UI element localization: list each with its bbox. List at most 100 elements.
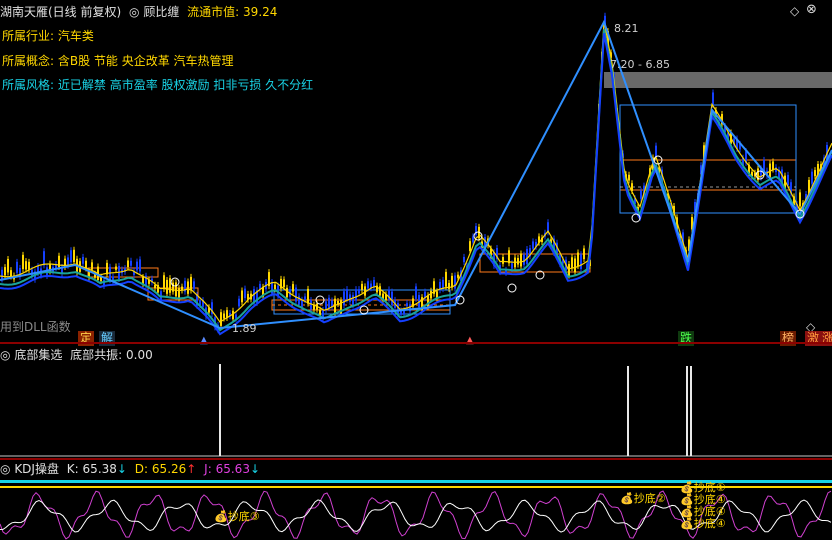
candle-body (4, 267, 6, 276)
dll-function-notice: 用到DLL函数 (0, 320, 71, 334)
main-chart-panel[interactable]: 湖南天雁(日线 前复权) ◎ 顾比缠 流通市值: 39.24 ◇ ⊗ ◇ 所属行… (0, 0, 832, 340)
candle-body (295, 287, 297, 302)
k-value: 65.38 (82, 462, 117, 476)
mid-panel-header: ◎ 底部集选 底部共振: 0.00 (0, 346, 153, 363)
candle-body (187, 281, 189, 294)
candle-body (82, 256, 84, 264)
settings-icon[interactable]: ◎ (0, 462, 10, 476)
market-cap-value: 39.24 (243, 5, 278, 19)
candle-body (139, 259, 141, 272)
k-arrow: ↓ (116, 462, 127, 476)
candle-body (16, 261, 18, 273)
candle-body (286, 287, 288, 298)
chaodi-marker-3: 💰抄底③ (214, 510, 260, 523)
signal-bar (219, 364, 221, 456)
candle-body (307, 288, 309, 304)
wave-marker (507, 283, 517, 293)
candle-body (163, 275, 165, 290)
indicator-settings-icon[interactable]: ◎ (129, 5, 139, 19)
candle-body (193, 281, 195, 289)
close-icon[interactable]: ⊗ (806, 2, 817, 17)
candle-body (469, 241, 471, 251)
candle-body (169, 278, 171, 293)
d-label: D: (134, 462, 149, 476)
candle-body (358, 289, 360, 294)
candle-body (352, 295, 354, 306)
candle-body (349, 294, 351, 302)
concept-label: 所属概念: (2, 54, 55, 68)
candle-body (127, 260, 129, 268)
candle-body (70, 250, 72, 263)
kdj-header: ◎ KDJ操盘 K: 65.38↓ D: 65.26↑ J: 65.63↓ (0, 460, 260, 477)
candle-body (379, 286, 381, 296)
candle-body (814, 170, 816, 177)
j-arrow: ↓ (249, 462, 261, 476)
chaodi-marker-stack: 💰抄底① 💰抄底④ 💰抄底④ 💰抄底④ (680, 482, 726, 530)
range-price-label: 7.20 - 6.85 (610, 58, 670, 71)
candle-body (25, 261, 27, 270)
candle-body (73, 249, 75, 262)
settings-icon[interactable]: ◎ (0, 348, 10, 362)
candle-body (130, 260, 132, 266)
resonance-label: 底部共振: (70, 348, 123, 362)
candle-body (583, 248, 585, 260)
candle-body (7, 258, 9, 273)
candle-body (220, 312, 222, 326)
style-value: 近已解禁 高市盈率 股权激励 扣非亏损 久不分红 (57, 78, 314, 92)
resonance-value: 0.00 (126, 348, 153, 362)
candle-body (244, 288, 246, 299)
k-label: K: (66, 462, 79, 476)
candle-body (154, 284, 156, 289)
candle-body (136, 261, 138, 271)
candle-body (640, 190, 642, 199)
chaodi-marker-4: 💰抄底④ (680, 517, 726, 530)
j-label: J: (204, 462, 212, 476)
style-label: 所属风格: (2, 78, 55, 92)
candle-body (580, 254, 582, 269)
candle-body (10, 270, 12, 277)
money-bag-icon: 💰 (214, 510, 228, 523)
candle-body (568, 264, 570, 276)
kdj-title[interactable]: KDJ操盘 (14, 462, 59, 476)
indicator-name[interactable]: 顾比缠 (143, 5, 179, 19)
low-price-label: 1.89 (232, 322, 257, 335)
candle-body (22, 254, 24, 270)
candle-body (178, 288, 180, 299)
candle-body (451, 275, 453, 288)
candle-body (712, 92, 714, 105)
stock-name[interactable]: 湖南天雁(日线 前复权) (0, 5, 121, 19)
candle-body (655, 145, 657, 158)
candlestick-chart[interactable] (0, 0, 832, 340)
candle-body (454, 275, 456, 289)
candle-body (367, 281, 369, 289)
j-value: 65.63 (215, 462, 250, 476)
industry-row: 所属行业: 汽车类 (2, 27, 94, 44)
candle-body (457, 274, 459, 278)
signal-bar (627, 366, 629, 456)
candle-body (799, 192, 801, 207)
candle-body (811, 171, 813, 184)
range-highlight-bar (604, 72, 832, 88)
candle-body (283, 279, 285, 288)
candle-body (346, 289, 348, 300)
expand-diamond-icon[interactable]: ◇ (790, 4, 799, 18)
signal-bar (686, 366, 688, 456)
candle-body (520, 253, 522, 267)
candle-body (445, 271, 447, 287)
candle-body (772, 161, 774, 170)
high-price-label: 8.21 (614, 22, 639, 35)
candle-body (355, 289, 357, 301)
candle-body (292, 284, 294, 292)
candle-body (67, 257, 69, 266)
chaodi-marker-2: 💰抄底② (620, 492, 666, 505)
bottom-selection-panel[interactable]: ◎ 底部集选 底部共振: 0.00 (0, 344, 832, 458)
candle-body (628, 174, 630, 181)
candle-body (28, 261, 30, 270)
candle-body (532, 241, 534, 249)
candle-body (448, 282, 450, 289)
candle-body (274, 284, 276, 290)
candle-body (526, 249, 528, 264)
signal-bar (690, 366, 692, 456)
chart-header: 湖南天雁(日线 前复权) ◎ 顾比缠 流通市值: 39.24 (0, 3, 277, 20)
mid-panel-title[interactable]: 底部集选 (14, 348, 62, 362)
